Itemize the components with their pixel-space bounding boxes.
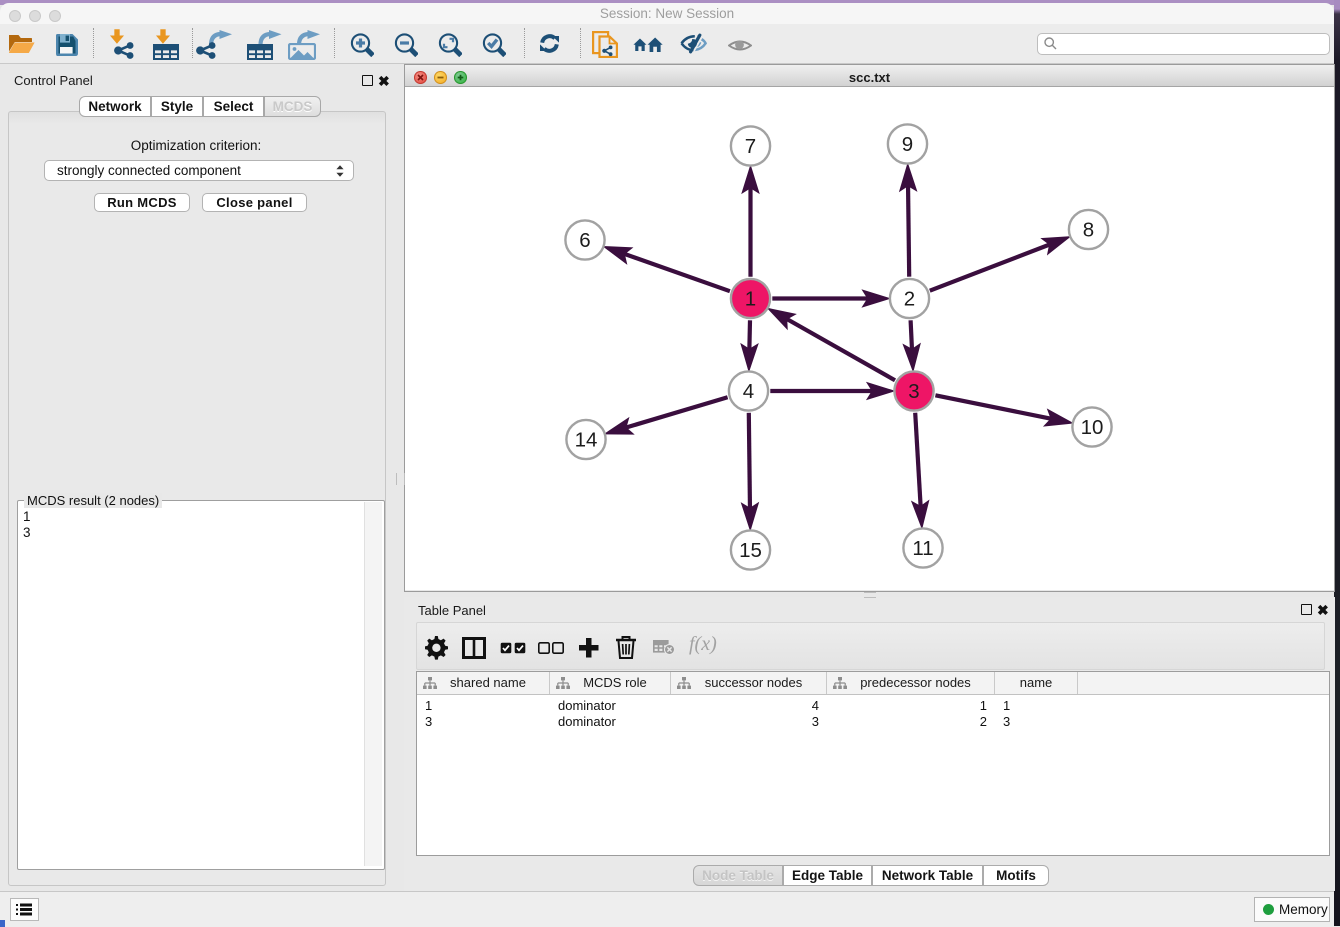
svg-text:7: 7 [745,135,756,158]
svg-text:2: 2 [904,288,915,311]
svg-text:9: 9 [902,133,913,156]
svg-text:4: 4 [743,380,754,403]
svg-text:1: 1 [745,288,756,311]
svg-text:3: 3 [908,380,919,403]
svg-text:10: 10 [1081,416,1104,439]
svg-text:11: 11 [912,537,933,560]
svg-text:15: 15 [739,539,762,562]
svg-text:14: 14 [575,429,598,452]
svg-text:8: 8 [1083,219,1094,242]
svg-text:6: 6 [579,229,590,252]
